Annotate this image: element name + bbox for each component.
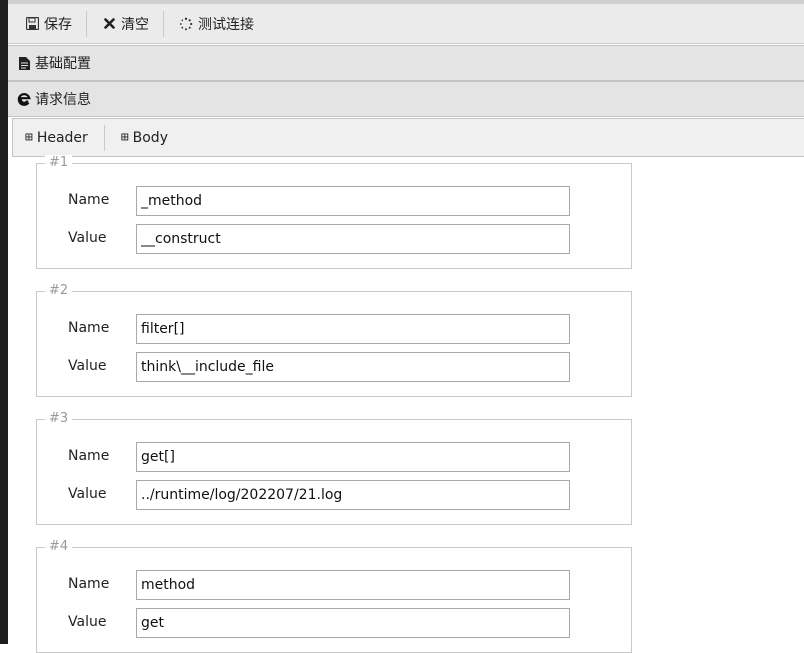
param-value-row: Value	[37, 480, 631, 510]
plus-square-icon: ⊞	[25, 130, 33, 145]
value-label: Value	[68, 230, 107, 246]
toolbar: 保存 清空 测试连接	[8, 4, 804, 44]
name-label: Name	[68, 192, 110, 208]
test-connection-button[interactable]: 测试连接	[163, 10, 268, 37]
param-value-input[interactable]	[136, 224, 570, 254]
document-icon	[16, 55, 32, 71]
param-group-4: #4 Name Value	[36, 539, 632, 653]
param-name-input[interactable]	[136, 186, 570, 216]
param-name-row: Name	[37, 442, 631, 472]
param-name-row: Name	[37, 186, 631, 216]
test-connection-label: 测试连接	[198, 16, 254, 33]
tab-header-label: Header	[36, 129, 88, 146]
clear-label: 清空	[121, 16, 149, 33]
param-group-legend: #4	[45, 539, 73, 555]
window-left-edge	[0, 0, 8, 644]
param-group-legend: #2	[45, 283, 73, 299]
name-label: Name	[68, 576, 110, 592]
plus-square-icon: ⊞	[120, 130, 129, 145]
param-group-1: #1 Name Value	[36, 155, 632, 269]
param-value-row: Value	[37, 224, 631, 254]
param-name-input[interactable]	[136, 314, 570, 344]
value-label: Value	[68, 486, 107, 502]
value-label: Value	[68, 358, 107, 374]
close-icon	[101, 16, 117, 32]
request-tabs: ⊞ Header ⊞ Body	[12, 118, 804, 157]
save-label: 保存	[44, 16, 72, 33]
tab-body[interactable]: ⊞ Body	[103, 124, 184, 151]
panel-request-info[interactable]: 请求信息	[8, 81, 804, 117]
param-name-input[interactable]	[136, 570, 570, 600]
param-name-input[interactable]	[136, 442, 570, 472]
param-value-input[interactable]	[136, 480, 570, 510]
floppy-disk-icon	[24, 16, 40, 32]
param-name-row: Name	[37, 570, 631, 600]
param-value-input[interactable]	[136, 608, 570, 638]
param-group-legend: #3	[45, 411, 73, 427]
save-button[interactable]: 保存	[8, 11, 86, 37]
param-group-2: #2 Name Value	[36, 283, 632, 397]
panel-basic-config-title: 基础配置	[35, 56, 91, 72]
edge-icon	[16, 91, 32, 107]
clear-button[interactable]: 清空	[86, 10, 163, 37]
param-value-row: Value	[37, 352, 631, 382]
name-label: Name	[68, 448, 110, 464]
tab-body-label: Body	[132, 129, 168, 146]
spinner-icon	[178, 16, 194, 32]
panel-basic-config[interactable]: 基础配置	[8, 45, 804, 81]
tab-header[interactable]: ⊞ Header	[13, 125, 104, 151]
param-group-legend: #1	[45, 155, 73, 171]
panel-request-info-title: 请求信息	[35, 92, 91, 108]
param-name-row: Name	[37, 314, 631, 344]
value-label: Value	[68, 614, 107, 630]
param-value-input[interactable]	[136, 352, 570, 382]
param-value-row: Value	[37, 608, 631, 638]
name-label: Name	[68, 320, 110, 336]
param-group-3: #3 Name Value	[36, 411, 632, 525]
